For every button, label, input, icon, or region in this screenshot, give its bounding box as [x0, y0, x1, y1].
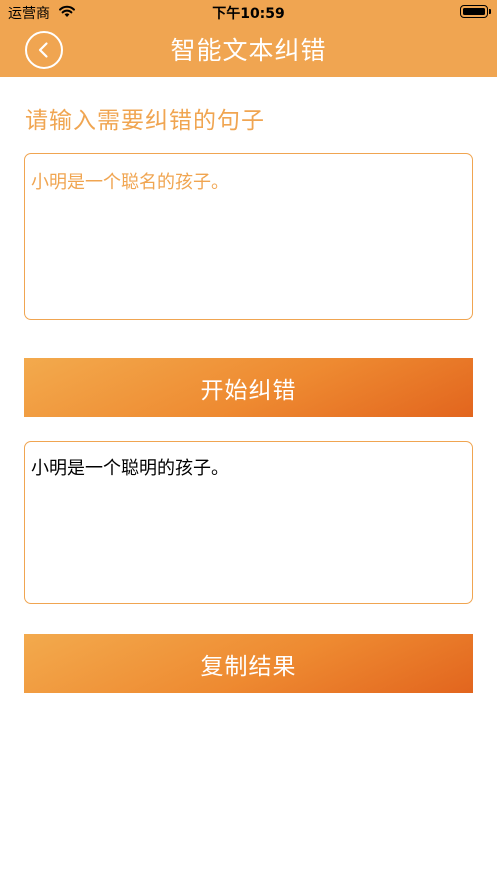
- battery-icon: [460, 5, 488, 18]
- result-text-area[interactable]: 小明是一个聪明的孩子。: [24, 441, 473, 604]
- header: 运营商 下午10:59 智能文本纠错: [0, 0, 497, 77]
- start-correction-button[interactable]: 开始纠错: [24, 358, 473, 417]
- input-prompt-label: 请输入需要纠错的句子: [25, 108, 265, 134]
- battery-tip: [489, 9, 491, 14]
- page-title: 智能文本纠错: [170, 36, 327, 65]
- copy-result-button[interactable]: 复制结果: [24, 634, 473, 693]
- sentence-input[interactable]: 小明是一个聪名的孩子。: [24, 153, 473, 320]
- status-time: 下午10:59: [212, 6, 285, 22]
